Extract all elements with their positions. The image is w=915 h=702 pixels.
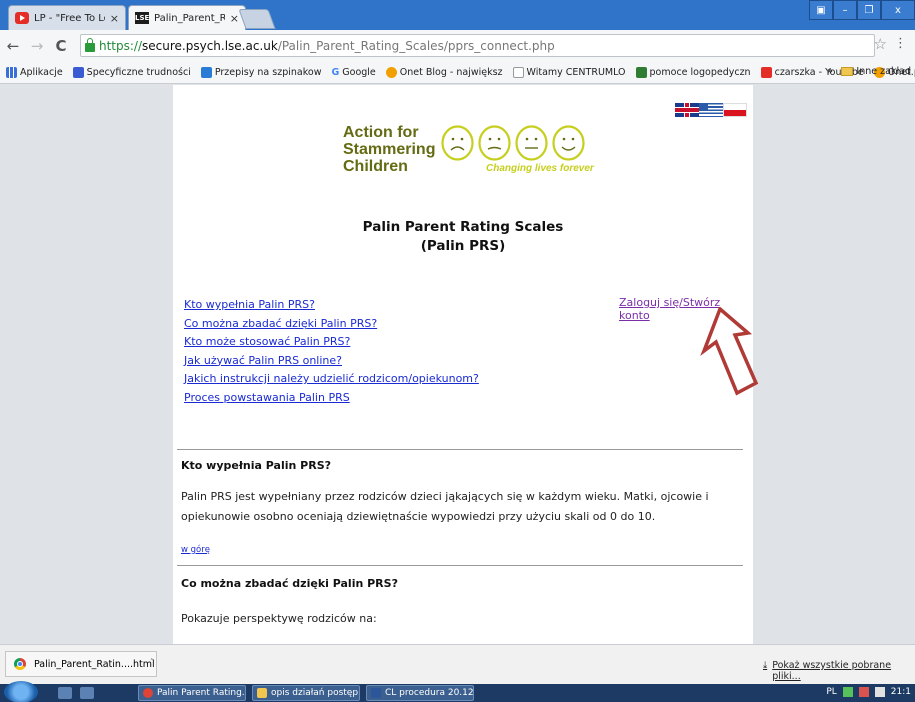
browser-toolbar: ← → C https:// secure.psych.lse.ac.uk /P… — [0, 30, 915, 62]
bookmark-item[interactable]: pomoce logopedyczn — [635, 67, 751, 78]
windows-taskbar: Palin Parent Rating... opis działań post… — [0, 681, 915, 702]
url-host: secure.psych.lse.ac.uk — [142, 38, 278, 53]
bookmark-icon — [72, 67, 84, 78]
bookmark-star-icon[interactable]: ☆ — [874, 35, 887, 53]
bookmark-item[interactable]: Przepisy na szpinakow — [200, 67, 321, 78]
menu-icon[interactable]: ⋮ — [894, 36, 907, 51]
section-links: Kto wypełnia Palin PRS? Co można zbadać … — [184, 296, 479, 407]
tab-youtube[interactable]: LP - "Free To Love" (Li × — [8, 5, 126, 30]
url-scheme: https:// — [99, 38, 143, 53]
section-body: Palin PRS jest wypełniany przez rodziców… — [181, 490, 709, 523]
download-icon: ⤓ — [763, 660, 768, 671]
start-button-icon[interactable] — [4, 681, 38, 702]
blogger-icon — [200, 67, 212, 78]
link-kto-moze-stosowac[interactable]: Kto może stosować Palin PRS? — [184, 333, 479, 352]
chrome-icon — [14, 658, 26, 670]
new-tab-button[interactable] — [238, 9, 276, 29]
section-title: Kto wypełnia Palin PRS? — [181, 459, 331, 472]
logo-tagline: Changing lives forever — [486, 163, 594, 174]
youtube-icon — [760, 67, 772, 78]
language-flags — [675, 103, 747, 117]
uk-flag-icon[interactable] — [675, 103, 699, 117]
greece-flag-icon[interactable] — [699, 103, 723, 117]
youtube-icon — [15, 12, 29, 24]
lock-icon — [85, 38, 95, 52]
tab-title: Palin_Parent_Rating_Scale — [154, 12, 225, 24]
bookmark-aplikacje[interactable]: Aplikacje — [6, 67, 63, 78]
annotation-arrow — [700, 307, 759, 396]
neutral-face-icon — [515, 125, 548, 161]
tray-icon[interactable] — [842, 687, 853, 697]
network-icon[interactable] — [874, 687, 885, 697]
tab-close-icon[interactable]: × — [110, 12, 119, 25]
bookmark-item[interactable]: Witamy CENTRUMLO — [512, 67, 626, 78]
download-menu-caret-icon[interactable]: ˄ — [150, 658, 154, 666]
folder-icon — [841, 67, 854, 76]
system-tray: PL 21:1 — [826, 687, 911, 697]
section-title: Co można zbadać dzięki Palin PRS? — [181, 577, 398, 590]
divider — [177, 449, 743, 450]
tab-close-icon[interactable]: × — [230, 12, 239, 25]
page-title: Palin Parent Rating Scales (Palin PRS) — [362, 219, 564, 254]
link-kto-wypelnia[interactable]: Kto wypełnia Palin PRS? — [184, 296, 479, 315]
minimize-button[interactable]: – — [833, 0, 857, 20]
close-window-button[interactable]: x — [881, 0, 915, 20]
bookmarks-bar: Aplikacje Specyficzne trudności Przepisy… — [0, 62, 915, 84]
folder-icon — [257, 688, 267, 698]
clock[interactable]: 21:1 — [891, 687, 911, 697]
site-icon — [635, 67, 647, 78]
divider — [177, 565, 743, 566]
logo-text: Action for Stammering Children — [343, 124, 436, 175]
show-all-downloads-link[interactable]: ⤓ Pokaż wszystkie pobrane pliki... — [763, 660, 915, 682]
bookmark-item[interactable]: Specyficzne trudności — [72, 67, 191, 78]
slight-sad-face-icon — [478, 125, 511, 161]
tab-title: LP - "Free To Love" (Li — [34, 12, 105, 24]
section-body: Pokazuje perspektywę rodziców na: — [181, 612, 377, 625]
downloads-bar: Palin_Parent_Ratin....html ˄ ⤓ Pokaż wsz… — [0, 644, 915, 684]
taskbar-word-button[interactable]: CL procedura 20.12.... — [366, 685, 474, 701]
chrome-icon — [143, 688, 153, 698]
reload-button[interactable]: C — [54, 37, 68, 55]
poland-flag-icon[interactable] — [723, 103, 747, 117]
link-jakich-instrukcji[interactable]: Jakich instrukcji należy udzielić rodzic… — [184, 370, 479, 389]
show-desktop-icon[interactable] — [58, 687, 72, 699]
sad-face-icon — [441, 125, 474, 161]
happy-face-icon — [552, 125, 585, 161]
bookmark-google[interactable]: G Google — [331, 67, 375, 78]
window-extra-button[interactable]: ▣ — [809, 0, 833, 20]
page-icon — [512, 67, 524, 78]
taskbar-chrome-button[interactable]: Palin Parent Rating... — [138, 685, 246, 701]
link-jak-uzywac[interactable]: Jak używać Palin PRS online? — [184, 352, 479, 371]
tab-palin[interactable]: LSE Palin_Parent_Rating_Scale × — [128, 5, 246, 30]
download-filename: Palin_Parent_Ratin....html — [34, 658, 155, 670]
restore-button[interactable]: ❐ — [857, 0, 881, 20]
taskbar-folder-button[interactable]: opis działań postęp... — [252, 685, 360, 701]
lse-favicon-icon: LSE — [135, 12, 150, 24]
onet-icon — [385, 67, 397, 78]
tray-icon[interactable] — [858, 687, 869, 697]
language-indicator[interactable]: PL — [826, 687, 836, 697]
apps-grid-icon — [6, 67, 17, 78]
bookmark-item[interactable]: Onet Blog - największ — [385, 67, 503, 78]
window-controls: ▣ – ❐ x — [809, 0, 915, 20]
other-bookmarks-folder[interactable]: Inne zakład — [841, 66, 911, 77]
tab-strip: LP - "Free To Love" (Li × LSE Palin_Pare… — [0, 0, 915, 30]
word-icon — [371, 688, 381, 698]
bookmarks-overflow-button[interactable]: » — [827, 66, 833, 77]
back-button[interactable]: ← — [6, 37, 20, 55]
back-to-top-link[interactable]: w górę — [181, 545, 210, 555]
link-co-mozna-zbadac[interactable]: Co można zbadać dzięki Palin PRS? — [184, 315, 479, 334]
logo-faces — [441, 125, 585, 161]
google-icon: G — [331, 67, 340, 78]
explorer-icon[interactable] — [80, 687, 94, 699]
link-proces-powstawania[interactable]: Proces powstawania Palin PRS — [184, 389, 479, 408]
url-path: /Palin_Parent_Rating_Scales/pprs_connect… — [277, 38, 555, 53]
page-content: Action for Stammering Children Changing … — [173, 85, 759, 644]
download-item[interactable]: Palin_Parent_Ratin....html — [5, 651, 157, 677]
address-bar[interactable]: https:// secure.psych.lse.ac.uk /Palin_P… — [80, 34, 875, 57]
forward-button[interactable]: → — [30, 37, 44, 55]
